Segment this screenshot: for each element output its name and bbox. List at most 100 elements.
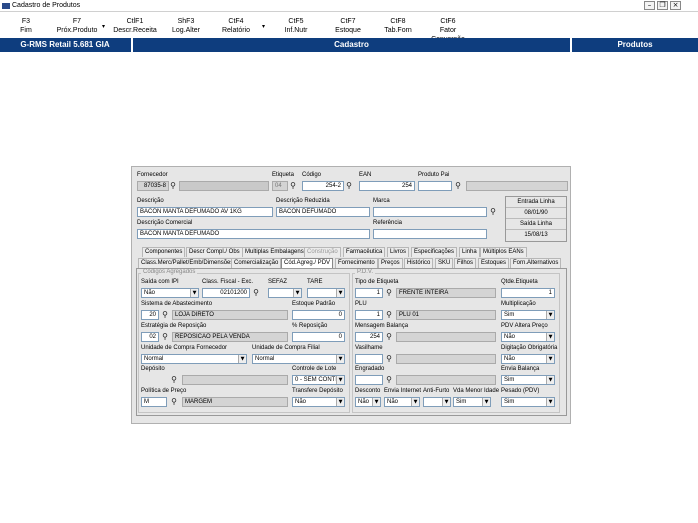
saida-ipi-select[interactable]: Não ▼ — [141, 288, 199, 298]
vda-menor-idade-select[interactable]: Sim ▼ — [453, 397, 491, 407]
un-compra-fornecedor-select[interactable]: Normal ▼ — [141, 354, 247, 364]
chevron-down-icon[interactable]: ▼ — [336, 355, 344, 363]
binoculars-icon[interactable]: ⚲ — [384, 288, 394, 298]
chevron-down-icon[interactable]: ▼ — [546, 333, 554, 341]
tab-filhos[interactable]: Filhos — [454, 258, 477, 268]
multiplicacao-select[interactable]: Sim ▼ — [501, 310, 555, 320]
toolbar-button-tab-forn[interactable]: CtF8 Tab.Forn — [380, 13, 416, 38]
binoculars-icon[interactable]: ⚲ — [160, 332, 170, 342]
produto-pai-field[interactable] — [418, 181, 452, 191]
toolbar-button-relatorio[interactable]: CtF4 Relatório — [216, 13, 256, 38]
estoque-padrao-field[interactable]: 0 — [292, 310, 345, 320]
binoculars-icon[interactable]: ⚲ — [288, 181, 298, 191]
close-icon[interactable]: × — [670, 1, 681, 10]
chevron-down-icon[interactable]: ▼ — [546, 376, 554, 384]
ean-field[interactable]: 254 — [359, 181, 415, 191]
binoculars-icon[interactable]: ⚲ — [384, 354, 394, 364]
tab-cod-agreg-pdv[interactable]: Cód.Agreg./ PDV — [281, 258, 334, 268]
chevron-down-icon[interactable]: ▼ — [411, 398, 419, 406]
envia-internet-select[interactable]: Não ▼ — [384, 397, 420, 407]
binoculars-icon[interactable]: ⚲ — [453, 181, 463, 191]
binoculars-icon[interactable]: ⚲ — [488, 207, 498, 217]
binoculars-icon[interactable]: ⚲ — [169, 397, 179, 407]
qtde-etiqueta-field[interactable]: 1 — [501, 288, 555, 298]
chevron-down-icon[interactable]: ▼ — [442, 398, 450, 406]
toolbar-button-descr-receita[interactable]: CtlF1 Descr.Receita — [112, 13, 158, 38]
tab-sku[interactable]: SKU — [435, 258, 454, 268]
descricao-field[interactable]: BACON MANTA DEFUMADO AV 1KG — [137, 207, 273, 217]
prox-produto-dropdown-icon[interactable]: ▾ — [102, 23, 105, 30]
chevron-down-icon[interactable]: ▼ — [546, 398, 554, 406]
binoculars-icon[interactable]: ⚲ — [384, 375, 394, 385]
digitacao-obrigatoria-select[interactable]: Não ▼ — [501, 354, 555, 364]
codigo-field[interactable]: 254-2 — [302, 181, 344, 191]
desconto-select[interactable]: Não ▼ — [355, 397, 381, 407]
tab-class-merc[interactable]: Class.Merc/Pallet/Emb/Dimensões — [138, 258, 237, 268]
marca-field[interactable] — [373, 207, 487, 217]
chevron-down-icon[interactable]: ▼ — [372, 398, 380, 406]
vasilhame-code[interactable] — [355, 354, 383, 364]
binoculars-icon[interactable]: ⚲ — [344, 181, 354, 191]
binoculars-icon[interactable]: ⚲ — [168, 181, 178, 191]
fornecedor-code-field[interactable]: 87035-8 — [137, 181, 169, 191]
chevron-down-icon[interactable]: ▼ — [482, 398, 490, 406]
chevron-down-icon[interactable]: ▼ — [238, 355, 246, 363]
tab-descr-compl-obs[interactable]: Descr Compl./ Obs — [186, 247, 243, 257]
tab-componentes[interactable]: Componentes — [142, 247, 186, 257]
descricao-reduzida-field[interactable]: BACON DEFUMADO — [276, 207, 370, 217]
toolbar-button-fator-conversao[interactable]: CtF6Fator Conversão — [422, 13, 474, 43]
class-fiscal-field[interactable]: 02101200 — [202, 288, 250, 298]
tab-livros[interactable]: Livros — [387, 247, 410, 257]
un-compra-filial-select[interactable]: Normal ▼ — [252, 354, 345, 364]
restore-icon[interactable]: ❐ — [657, 1, 668, 10]
pdv-altera-preco-select[interactable]: Não ▼ — [501, 332, 555, 342]
binoculars-icon[interactable]: ⚲ — [384, 332, 394, 342]
chevron-down-icon[interactable]: ▼ — [336, 398, 344, 406]
toolbar-button-prox-produto[interactable]: F7 Próx.Produto — [52, 13, 102, 38]
controle-lote-select[interactable]: 0 - SEM CONTF ▼ — [292, 375, 345, 385]
toolbar-button-fim[interactable]: F3 Fim — [10, 13, 42, 38]
tab-fornecimento[interactable]: Fornecimento — [335, 258, 378, 268]
mensagem-balanca-code[interactable]: 254 — [355, 332, 383, 342]
tab-multiplas-embalagens[interactable]: Multiplas Embalagens — [242, 247, 307, 257]
binoculars-icon[interactable]: ⚲ — [160, 310, 170, 320]
tab-precos[interactable]: Preços — [378, 258, 403, 268]
sefaz-select[interactable]: ▼ — [268, 288, 302, 298]
binoculars-icon[interactable]: ⚲ — [251, 288, 261, 298]
engradado-code[interactable] — [355, 375, 383, 385]
toolbar-button-estoque[interactable]: CtF7 Estoque — [330, 13, 366, 38]
binoculars-icon[interactable]: ⚲ — [384, 310, 394, 320]
chevron-down-icon[interactable]: ▼ — [546, 311, 554, 319]
transfere-deposito-select[interactable]: Não ▼ — [292, 397, 345, 407]
plu-code[interactable]: 1 — [355, 310, 383, 320]
relatorio-dropdown-icon[interactable]: ▾ — [262, 23, 265, 30]
toolbar-button-inf-nutr[interactable]: CtF5 Inf.Nutr — [278, 13, 314, 38]
sistema-abastecimento-code[interactable]: 20 — [141, 310, 159, 320]
politica-preco-code[interactable]: M — [141, 397, 167, 407]
tab-estoques[interactable]: Estoques — [478, 258, 510, 268]
anti-furto-select[interactable]: ▼ — [423, 397, 451, 407]
tab-multiplos-eans[interactable]: Múltiplos EANs — [480, 247, 527, 257]
minimize-icon[interactable]: – — [644, 1, 655, 10]
referencia-field[interactable] — [373, 229, 487, 239]
binoculars-icon[interactable]: ⚲ — [169, 375, 179, 385]
tab-linha[interactable]: Linha — [459, 247, 480, 257]
envia-balanca-select[interactable]: Sim ▼ — [501, 375, 555, 385]
chevron-down-icon[interactable]: ▼ — [336, 289, 344, 297]
perc-reposicao-field[interactable]: 0 — [292, 332, 345, 342]
tare-select[interactable]: ▼ — [307, 288, 345, 298]
chevron-down-icon[interactable]: ▼ — [190, 289, 198, 297]
etiqueta-field[interactable]: 04 — [272, 181, 288, 191]
tipo-etiqueta-code[interactable]: 1 — [355, 288, 383, 298]
descricao-comercial-field[interactable]: BACON MANTA DEFUMADO — [137, 229, 370, 239]
pesado-pdv-select[interactable]: Sim ▼ — [501, 397, 555, 407]
chevron-down-icon[interactable]: ▼ — [336, 376, 344, 384]
tab-comercializacao[interactable]: Comercialização — [231, 258, 282, 268]
toolbar-button-log-alter[interactable]: ShF3 Log.Alter — [166, 13, 206, 38]
tab-farmaceutica[interactable]: Farmacêutica — [343, 247, 386, 257]
tab-historico[interactable]: Histórico — [404, 258, 434, 268]
chevron-down-icon[interactable]: ▼ — [546, 355, 554, 363]
tab-especificacoes[interactable]: Especificações — [411, 247, 458, 257]
chevron-down-icon[interactable]: ▼ — [293, 289, 301, 297]
estrategia-reposicao-code[interactable]: 02 — [141, 332, 159, 342]
